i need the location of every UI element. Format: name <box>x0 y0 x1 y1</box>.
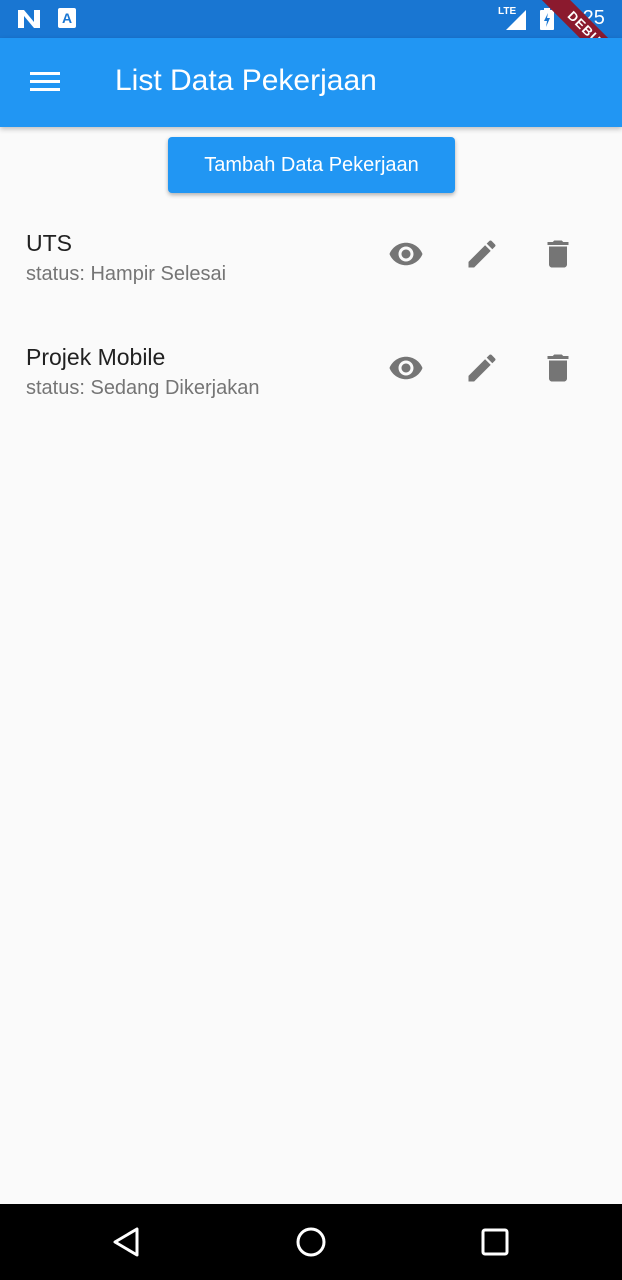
trash-icon <box>547 240 569 268</box>
add-job-button[interactable]: Tambah Data Pekerjaan <box>168 137 455 193</box>
edit-button[interactable] <box>458 230 506 278</box>
item-actions <box>382 344 582 392</box>
menu-icon <box>30 72 60 91</box>
item-actions <box>382 230 582 278</box>
trash-icon <box>547 354 569 382</box>
recents-square-icon <box>481 1228 509 1256</box>
back-triangle-icon <box>113 1227 139 1257</box>
item-status: status: Sedang Dikerjakan <box>26 377 260 399</box>
n-logo-icon <box>18 10 40 28</box>
item-status: status: Hampir Selesai <box>26 263 227 285</box>
home-button[interactable] <box>291 1222 331 1262</box>
view-button[interactable] <box>382 230 430 278</box>
recents-button[interactable] <box>475 1222 515 1262</box>
delete-button[interactable] <box>534 230 582 278</box>
menu-button[interactable] <box>22 60 66 104</box>
view-button[interactable] <box>382 344 430 392</box>
eye-icon <box>389 242 423 266</box>
back-button[interactable] <box>107 1222 147 1262</box>
delete-button[interactable] <box>534 344 582 392</box>
list-item[interactable]: UTS status: Hampir Selesai <box>0 210 622 310</box>
app-notification-icon: A <box>58 8 76 28</box>
system-nav-bar <box>0 1204 622 1280</box>
battery-charging-icon <box>540 8 554 30</box>
app-bar: List Data Pekerjaan <box>0 38 622 127</box>
item-title: Projek Mobile <box>26 344 166 370</box>
edit-button[interactable] <box>458 344 506 392</box>
list-item[interactable]: Projek Mobile status: Sedang Dikerjakan <box>0 324 622 424</box>
signal-icon <box>506 10 526 30</box>
status-bar: A LTE 1:25 DEBUG <box>0 0 622 89</box>
page-title: List Data Pekerjaan <box>115 64 377 97</box>
eye-icon <box>389 356 423 380</box>
pencil-icon <box>468 354 496 382</box>
home-circle-icon <box>296 1227 326 1257</box>
item-title: UTS <box>26 230 72 256</box>
pencil-icon <box>468 240 496 268</box>
